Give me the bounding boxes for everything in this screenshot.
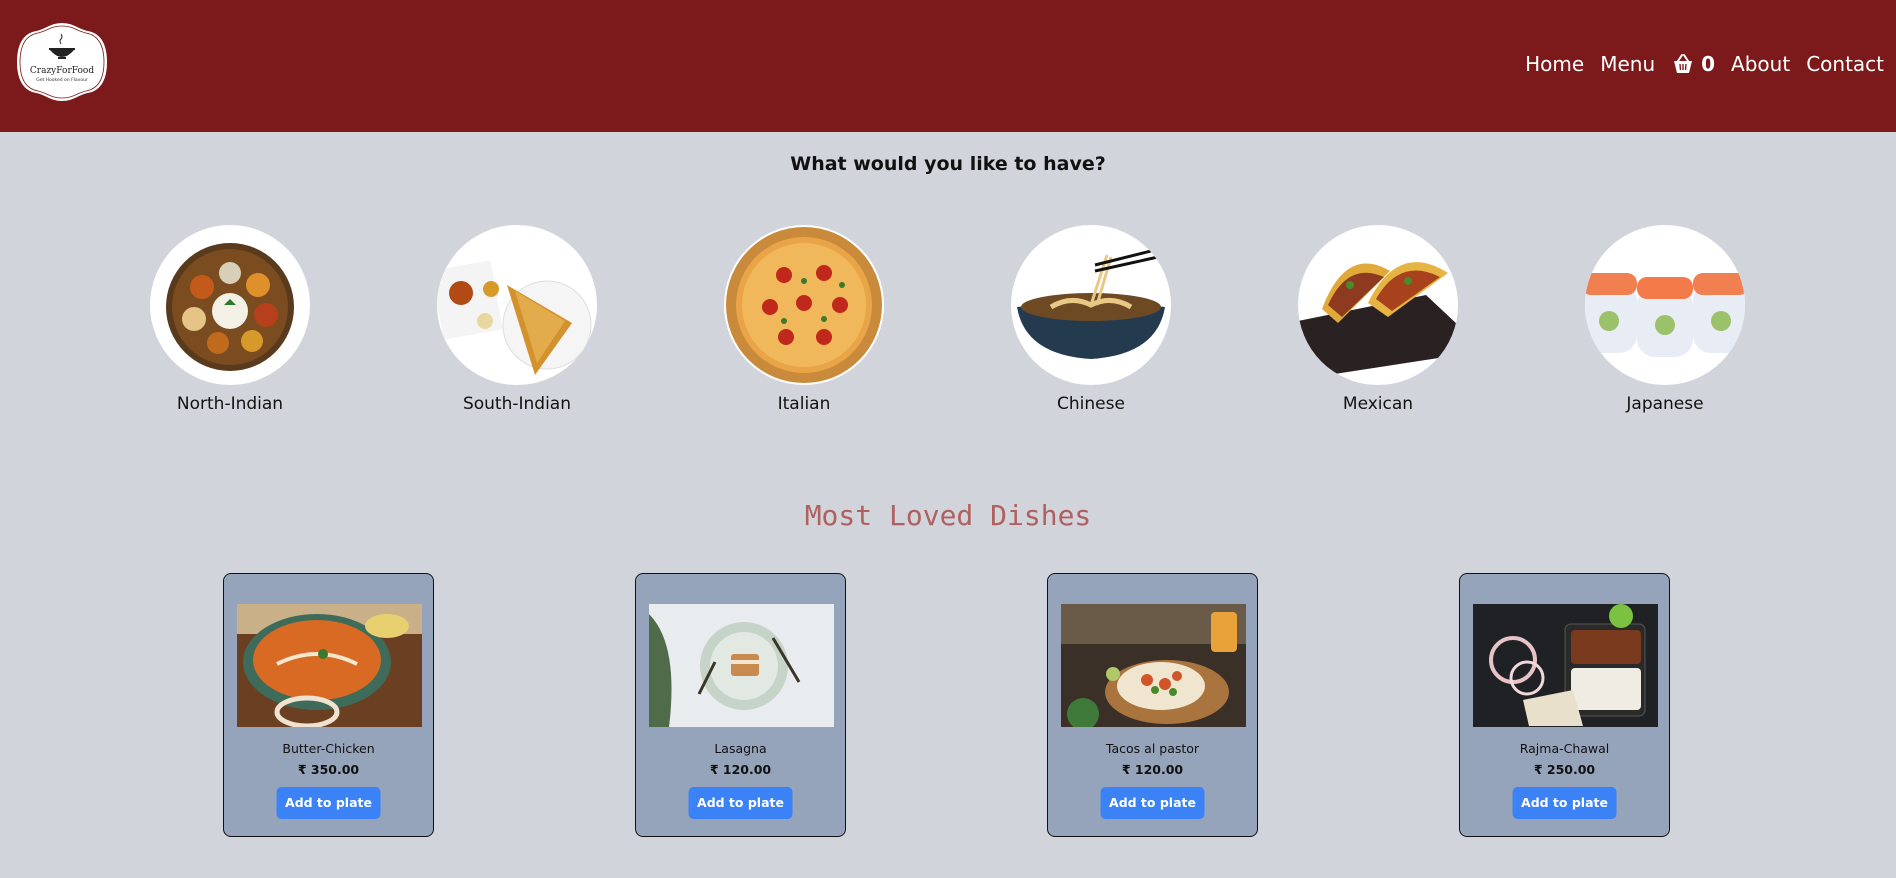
thali-image <box>166 243 294 371</box>
lasagna-image <box>649 604 834 727</box>
butter-chicken-image <box>237 604 422 727</box>
brand-tagline: Get Hooked on Flavour <box>36 78 88 83</box>
cuisine-label: South-Indian <box>462 394 572 414</box>
cuisine-north-indian[interactable]: North-Indian <box>130 225 330 414</box>
cuisine-image <box>150 225 310 385</box>
cuisine-image <box>437 225 597 385</box>
pizza-image <box>726 227 882 383</box>
add-to-plate-button[interactable]: Add to plate <box>1100 787 1205 819</box>
noodles-image <box>1017 245 1168 359</box>
dish-card-butter-chicken: Butter-Chicken ₹ 350.00 Add to plate <box>223 573 434 837</box>
add-to-plate-button[interactable]: Add to plate <box>688 787 793 819</box>
tacos-al-pastor-image <box>1061 604 1246 727</box>
cuisine-label: Italian <box>777 394 831 414</box>
dish-name: Lasagna <box>714 741 767 756</box>
cuisine-image <box>724 225 884 385</box>
cart-button[interactable]: 0 <box>1671 52 1715 76</box>
cuisine-chinese[interactable]: Chinese <box>991 225 1191 414</box>
nav-about[interactable]: About <box>1731 52 1790 76</box>
dish-name: Tacos al pastor <box>1105 741 1200 756</box>
sushi-image <box>1585 273 1745 357</box>
dish-photo <box>237 604 422 727</box>
nav-home[interactable]: Home <box>1525 52 1584 76</box>
cuisine-image <box>1585 225 1745 385</box>
dish-name: Rajma-Chawal <box>1519 741 1610 756</box>
tacos-image <box>1298 262 1458 375</box>
cuisine-south-indian[interactable]: South-Indian <box>417 225 617 414</box>
cart-count: 0 <box>1701 52 1716 76</box>
nav-menu[interactable]: Menu <box>1600 52 1655 76</box>
dish-card-lasagna: Lasagna ₹ 120.00 Add to plate <box>635 573 846 837</box>
cuisine-japanese[interactable]: Japanese <box>1565 225 1765 414</box>
logo-badge-icon <box>14 20 110 104</box>
dish-price: ₹ 120.00 <box>1121 762 1184 777</box>
dish-photo <box>649 604 834 727</box>
dish-name: Butter-Chicken <box>282 741 375 756</box>
cuisine-image <box>1011 225 1171 385</box>
dish-price: ₹ 250.00 <box>1533 762 1596 777</box>
main-nav: Home Menu 0 About Contact <box>1525 48 1884 80</box>
cuisine-image <box>1298 225 1458 385</box>
cuisine-label: Chinese <box>1057 394 1125 414</box>
cuisine-prompt: What would you like to have? <box>790 153 1106 175</box>
add-to-plate-button[interactable]: Add to plate <box>1512 787 1617 819</box>
dish-photo <box>1473 604 1658 727</box>
dish-card-tacos-al-pastor: Tacos al pastor ₹ 120.00 Add to plate <box>1047 573 1258 837</box>
dish-photo <box>1061 604 1246 727</box>
basket-icon <box>1674 54 1693 73</box>
cuisine-mexican[interactable]: Mexican <box>1278 225 1478 414</box>
rajma-chawal-image <box>1473 604 1658 727</box>
cuisine-list: North-Indian South-Indian Italian Chines… <box>0 225 1896 425</box>
brand-name: CrazyForFood <box>29 66 95 76</box>
cuisine-italian[interactable]: Italian <box>704 225 904 414</box>
dosa-image <box>437 260 592 375</box>
dish-price: ₹ 120.00 <box>709 762 772 777</box>
cuisine-label: Japanese <box>1626 394 1704 414</box>
site-header: CrazyForFood Get Hooked on Flavour Home … <box>0 0 1896 132</box>
add-to-plate-button[interactable]: Add to plate <box>276 787 381 819</box>
brand-logo[interactable]: CrazyForFood Get Hooked on Flavour <box>14 20 110 104</box>
most-loved-title: Most Loved Dishes <box>804 499 1092 532</box>
dish-card-rajma-chawal: Rajma-Chawal ₹ 250.00 Add to plate <box>1459 573 1670 837</box>
cuisine-label: North-Indian <box>176 394 284 414</box>
nav-contact[interactable]: Contact <box>1806 52 1884 76</box>
dish-price: ₹ 350.00 <box>297 762 360 777</box>
cuisine-label: Mexican <box>1342 394 1414 414</box>
